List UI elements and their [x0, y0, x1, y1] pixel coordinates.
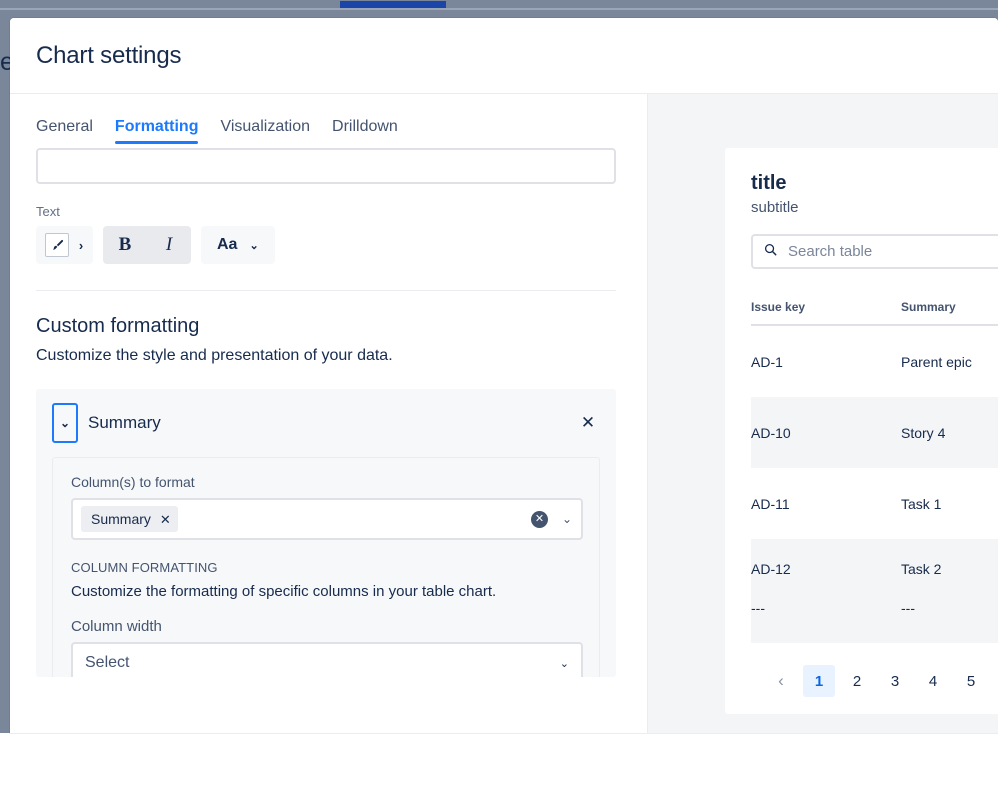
pagination-prev-button[interactable]: ‹	[765, 665, 797, 697]
preview-table: Issue key Summary AD-1 Parent epic AD-10…	[751, 290, 998, 643]
text-section-label: Text	[36, 204, 60, 219]
modal-header: Chart settings	[10, 18, 998, 93]
search-icon	[763, 242, 778, 262]
table-header-row: Issue key Summary	[751, 290, 998, 326]
bold-button[interactable]: B	[103, 226, 147, 264]
font-size-group: Aa ⌄	[201, 226, 275, 264]
table-row[interactable]: AD-12 --- Task 2 ---	[751, 539, 998, 643]
select-actions: ✕ ⌄	[530, 510, 572, 528]
column-formatting-description: Customize the formatting of specific col…	[71, 583, 497, 600]
font-size-label: Aa	[217, 236, 238, 253]
page-title: Chart settings	[36, 41, 182, 69]
table-row[interactable]: AD-1 Parent epic	[751, 326, 998, 397]
cell-summary: Parent epic	[901, 353, 972, 370]
tab-general[interactable]: General	[36, 118, 93, 144]
preview-subtitle: subtitle	[751, 199, 799, 216]
chart-settings-modal: Chart settings General Formatting Visual…	[10, 18, 998, 733]
chart-preview-pane: title subtitle Search table Issue key Su…	[648, 94, 998, 733]
table-pagination: ‹ 1 2 3 4 5	[765, 665, 998, 697]
column-width-label: Column width	[71, 618, 162, 635]
font-size-button[interactable]: Aa ⌄	[201, 226, 275, 264]
chip-remove-icon[interactable]: ✕	[160, 513, 171, 526]
preview-title: title	[751, 172, 787, 194]
table-chart-preview: title subtitle Search table Issue key Su…	[725, 148, 998, 714]
selected-column-label: Summary	[91, 511, 151, 527]
chevron-down-icon: ⌄	[559, 657, 569, 670]
chevron-down-icon[interactable]: ⌄	[562, 512, 572, 526]
text-color-group: ›	[36, 226, 93, 264]
summary-accordion: ⌄ Summary ✕ Column(s) to format Summary …	[36, 389, 616, 677]
search-placeholder: Search table	[788, 243, 873, 260]
pagination-page-3[interactable]: 3	[879, 665, 911, 697]
paintbrush-icon	[45, 233, 69, 257]
chevron-right-icon[interactable]: ›	[69, 238, 93, 253]
custom-formatting-description: Customize the style and presentation of …	[36, 347, 393, 364]
pagination-page-2[interactable]: 2	[841, 665, 873, 697]
accordion-toggle-chevron-icon[interactable]: ⌄	[52, 403, 78, 443]
pagination-page-5[interactable]: 5	[955, 665, 987, 697]
selected-column-chip: Summary ✕	[81, 506, 178, 532]
cell-summary: Task 1	[901, 495, 942, 512]
column-formatting-label: COLUMN FORMATTING	[71, 560, 218, 575]
settings-pane: General Formatting Visualization Drilldo…	[10, 94, 648, 733]
cell-issue-key: AD-1	[751, 353, 783, 370]
custom-formatting-title: Custom formatting	[36, 315, 200, 337]
table-search-field[interactable]: Search table	[751, 234, 998, 269]
modal-body: General Formatting Visualization Drilldo…	[10, 93, 998, 733]
cell-summary: Task 2	[901, 561, 942, 577]
background-tab-underline	[0, 8, 998, 10]
bold-italic-group: B I	[103, 226, 191, 264]
column-header-summary[interactable]: Summary	[901, 300, 998, 314]
accordion-header: ⌄ Summary ✕	[52, 403, 600, 443]
cell-issue-key: AD-11	[751, 495, 790, 512]
column-header-issue-key[interactable]: Issue key	[751, 300, 901, 314]
cell-group-issue-key: AD-12 ---	[751, 561, 901, 616]
column-width-select[interactable]: Select ⌄	[71, 642, 583, 677]
column-width-value: Select	[85, 654, 130, 671]
background-active-tab-indicator	[340, 1, 446, 8]
table-row[interactable]: AD-11 Task 1	[751, 468, 998, 539]
table-row[interactable]: AD-10 Story 4	[751, 397, 998, 468]
accordion-title: Summary	[88, 413, 161, 432]
chevron-down-icon: ⌄	[249, 239, 259, 252]
pagination-page-1[interactable]: 1	[803, 665, 835, 697]
remove-rule-close-icon[interactable]: ✕	[576, 411, 600, 435]
app-root: e Chart settings General Formatting Visu…	[0, 0, 998, 785]
pagination-page-4[interactable]: 4	[917, 665, 949, 697]
cell-issue-key-secondary: ---	[751, 600, 765, 616]
cell-summary-secondary: ---	[901, 600, 915, 616]
text-formatting-toolbar: › B I Aa ⌄	[36, 226, 621, 264]
settings-tabs: General Formatting Visualization Drilldo…	[36, 94, 621, 144]
tab-formatting[interactable]: Formatting	[114, 118, 198, 144]
tab-visualization[interactable]: Visualization	[220, 118, 310, 144]
chart-name-input[interactable]	[36, 148, 616, 184]
clear-selection-icon[interactable]: ✕	[530, 510, 548, 528]
section-divider	[36, 290, 616, 291]
cell-group-summary: Task 2 ---	[901, 561, 998, 616]
text-color-button[interactable]: ›	[36, 226, 93, 264]
cell-issue-key: AD-12	[751, 561, 791, 577]
columns-to-format-label: Column(s) to format	[71, 474, 195, 490]
italic-button[interactable]: I	[147, 226, 191, 264]
accordion-content: Column(s) to format Summary ✕ ✕ ⌄ COLUMN…	[52, 457, 600, 677]
cell-summary: Story 4	[901, 424, 946, 441]
cell-issue-key: AD-10	[751, 424, 791, 441]
tab-drilldown[interactable]: Drilldown	[332, 118, 398, 144]
columns-to-format-select[interactable]: Summary ✕ ✕ ⌄	[71, 498, 583, 540]
